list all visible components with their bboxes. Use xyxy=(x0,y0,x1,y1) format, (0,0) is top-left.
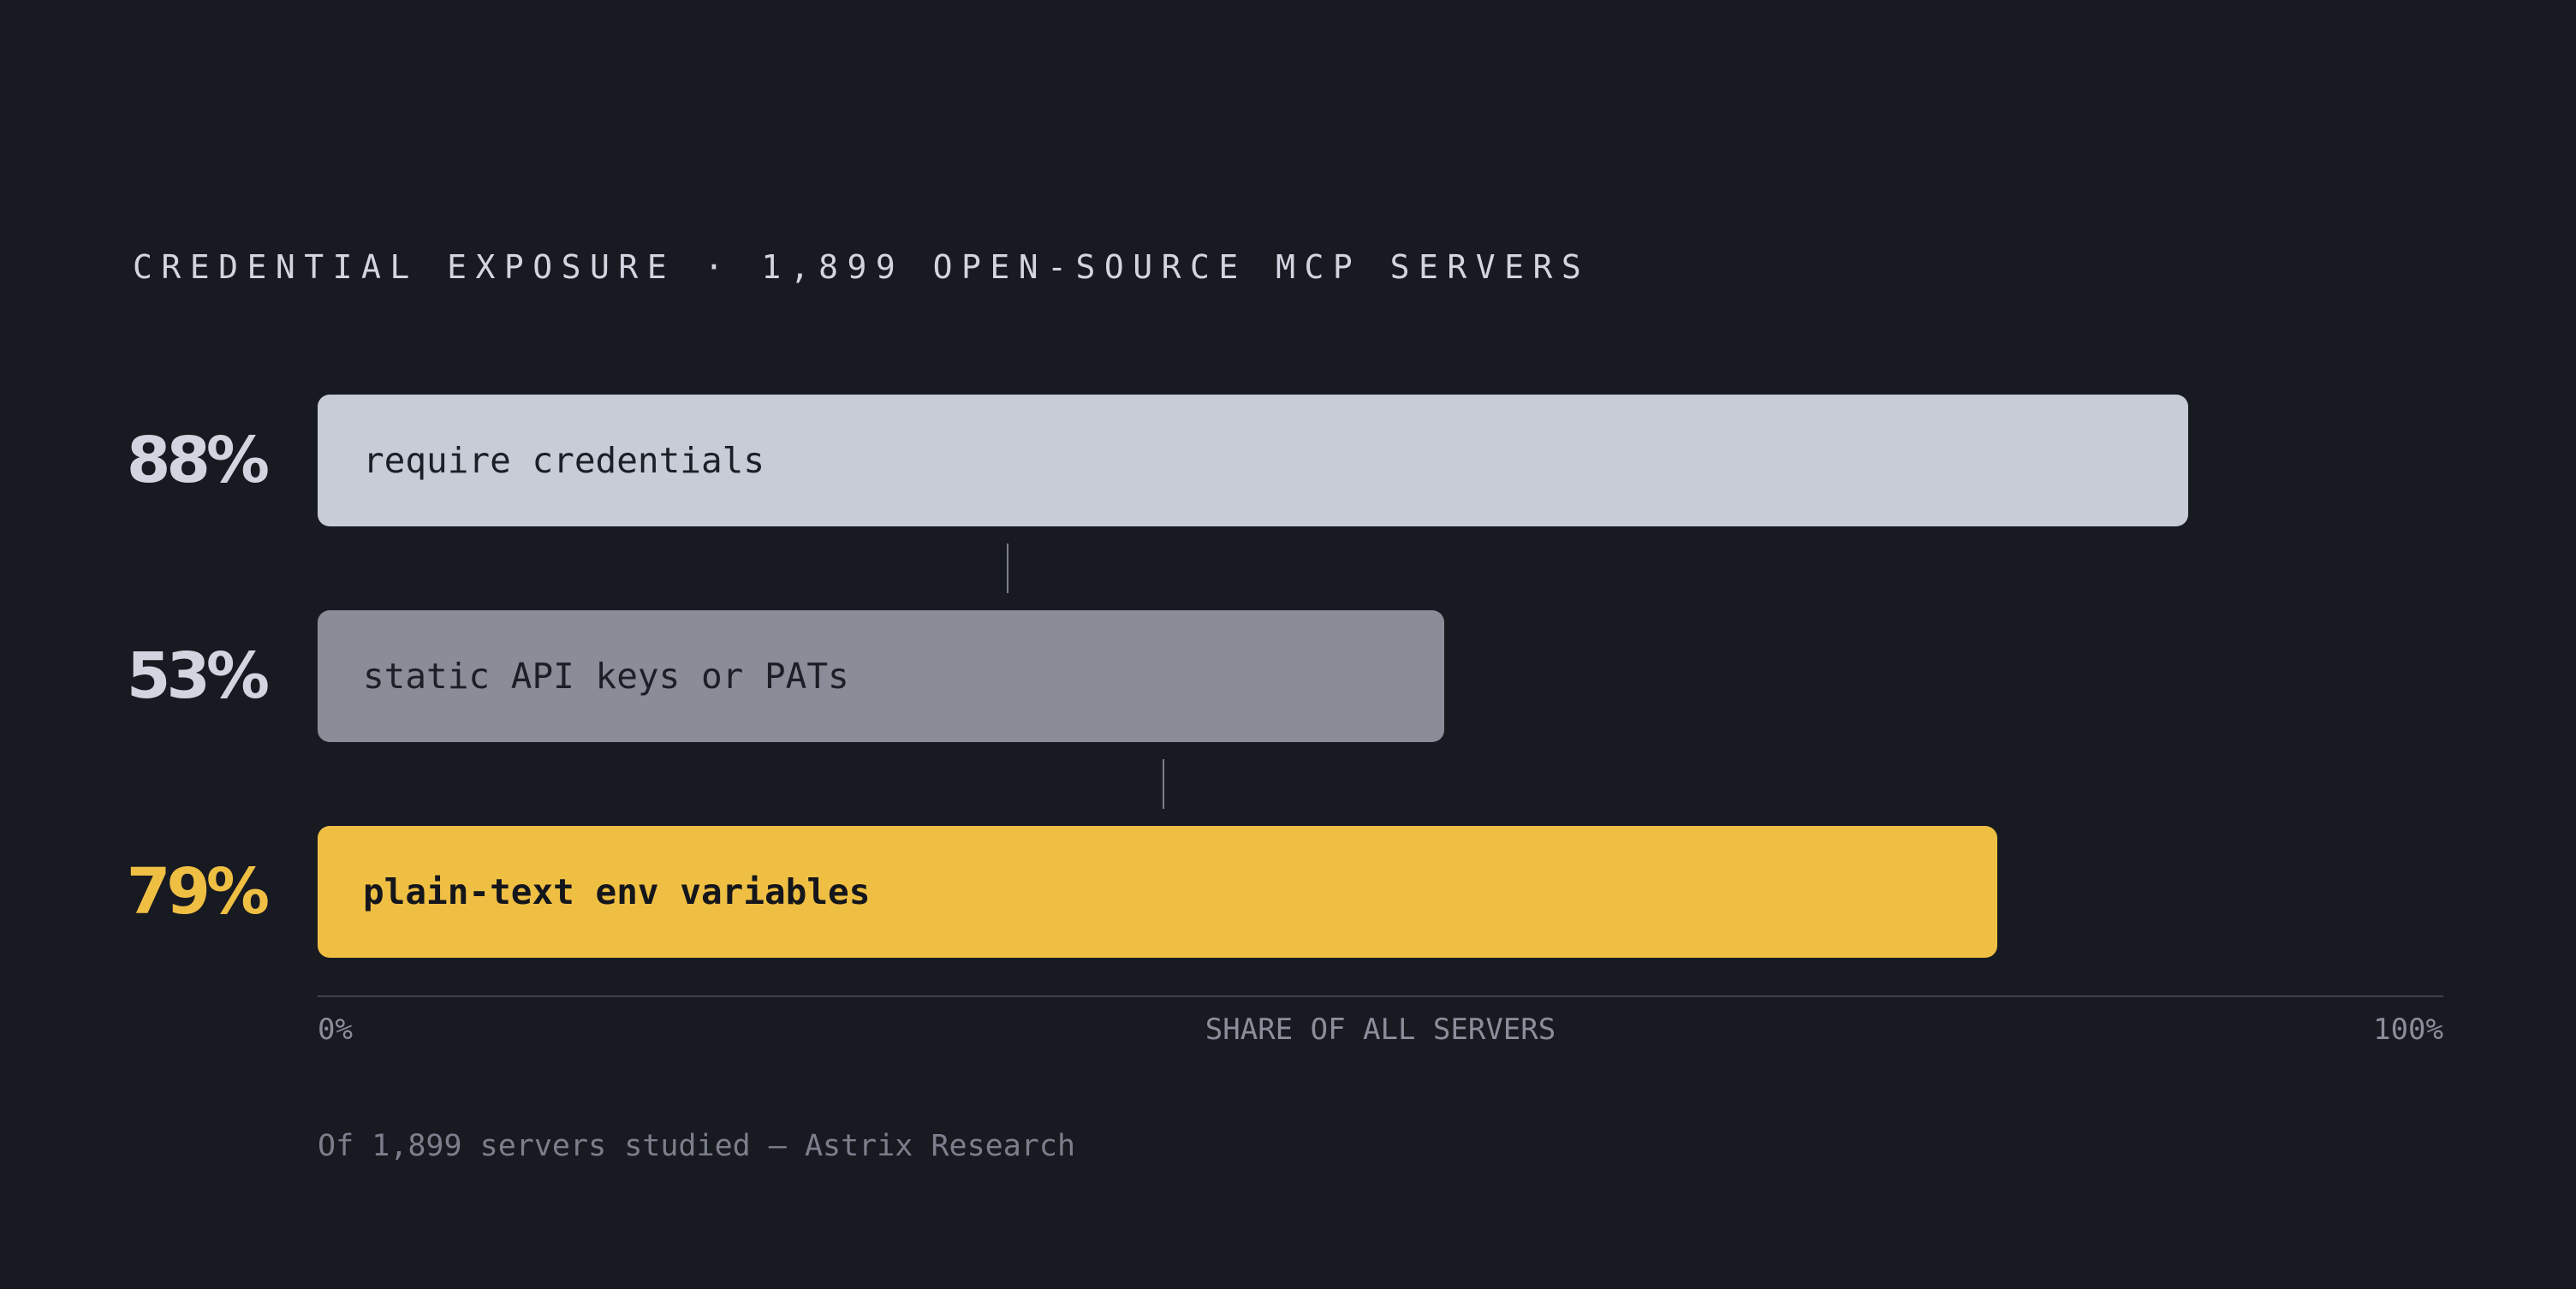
bar-category-label: require credentials xyxy=(363,440,764,481)
x-axis-line xyxy=(318,995,2443,997)
chart-title: CREDENTIAL EXPOSURE · 1,899 OPEN-SOURCE … xyxy=(133,248,1591,286)
bar-connector-line xyxy=(1007,544,1008,593)
bar-value-label: 53% xyxy=(126,639,270,713)
bar-value-label: 88% xyxy=(126,424,270,497)
bar-value-label: 79% xyxy=(126,855,270,929)
x-tick-label-max: 100% xyxy=(2373,1013,2443,1047)
x-axis-title: SHARE OF ALL SERVERS xyxy=(1205,1013,1556,1047)
bar-category-label: static API keys or PATs xyxy=(363,656,849,697)
bar-connector-line xyxy=(1163,759,1164,809)
bar-category-label: plain-text env variables xyxy=(363,871,871,912)
source-footnote: Of 1,899 servers studied — Astrix Resear… xyxy=(318,1129,1076,1163)
chart-canvas: CREDENTIAL EXPOSURE · 1,899 OPEN-SOURCE … xyxy=(0,0,2576,1289)
